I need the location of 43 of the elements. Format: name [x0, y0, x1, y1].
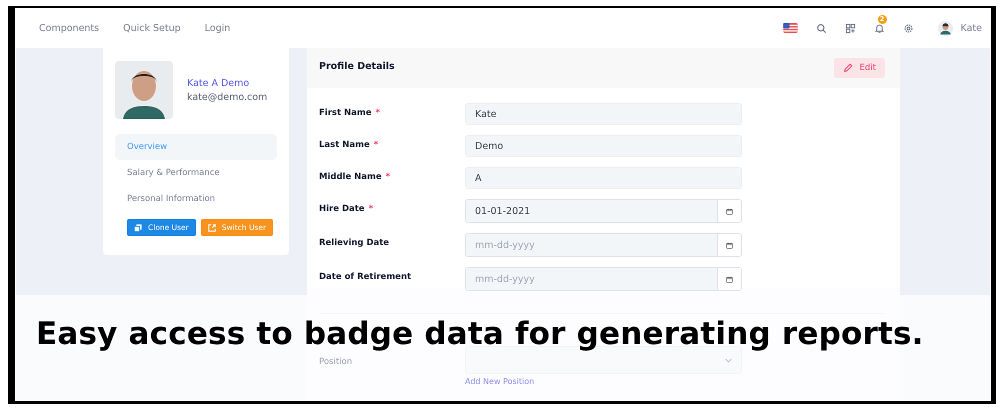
- date-field[interactable]: 01-01-2021: [465, 199, 717, 223]
- text-field[interactable]: Demo: [465, 135, 742, 157]
- avatar-figure: [115, 61, 173, 119]
- pencil-icon: [842, 63, 853, 73]
- calendar-icon: [726, 208, 733, 214]
- us-flag-icon[interactable]: [782, 23, 798, 33]
- calendar-icon: [726, 276, 733, 282]
- text-field[interactable]: Kate: [465, 103, 742, 125]
- profile-menu-item[interactable]: Personal Information: [115, 186, 277, 212]
- date-field[interactable]: mm-dd-yyyy: [465, 233, 717, 257]
- text-field[interactable]: A: [465, 167, 742, 189]
- profile-email: kate@demo.com: [187, 92, 268, 102]
- search-icon[interactable]: [816, 22, 827, 34]
- external-link-icon: [208, 224, 216, 232]
- calendar-button[interactable]: [717, 199, 742, 223]
- bell-icon[interactable]: [874, 22, 885, 34]
- chevron-down-icon: [725, 358, 732, 362]
- edit-button[interactable]: Edit: [834, 58, 885, 78]
- field-label: Hire Date *: [319, 203, 374, 214]
- calendar-icon: [726, 242, 733, 248]
- grid-icon[interactable]: [844, 22, 856, 34]
- nav-link[interactable]: Components: [39, 22, 100, 34]
- date-field[interactable]: mm-dd-yyyy: [465, 267, 717, 291]
- add-position-link[interactable]: Add New Position: [465, 377, 742, 386]
- caption: Easy access to badge data for generating reports.: [36, 316, 924, 352]
- calendar-button[interactable]: [717, 233, 742, 257]
- nav-link[interactable]: Quick Setup: [123, 22, 181, 34]
- nav-link[interactable]: Login: [204, 22, 230, 34]
- settings-icon[interactable]: [902, 22, 914, 34]
- field-label: Date of Retirement: [319, 271, 412, 282]
- field-label: Position: [319, 356, 354, 367]
- field-label: Middle Name *: [319, 171, 392, 182]
- profile-name[interactable]: Kate A Demo: [187, 78, 268, 88]
- calendar-button[interactable]: [717, 267, 742, 291]
- avatar-icon[interactable]: [938, 20, 953, 36]
- field-label: Relieving Date: [319, 237, 390, 248]
- profile-menu-item[interactable]: Overview: [115, 134, 277, 160]
- field-label: Last Name *: [319, 139, 380, 150]
- card-title: Profile Details: [319, 61, 395, 72]
- copy-icon: [134, 224, 142, 232]
- field-label: First Name *: [319, 107, 381, 118]
- profile-menu-item[interactable]: Salary & Performance: [115, 160, 277, 186]
- user-name[interactable]: Kate: [960, 22, 982, 34]
